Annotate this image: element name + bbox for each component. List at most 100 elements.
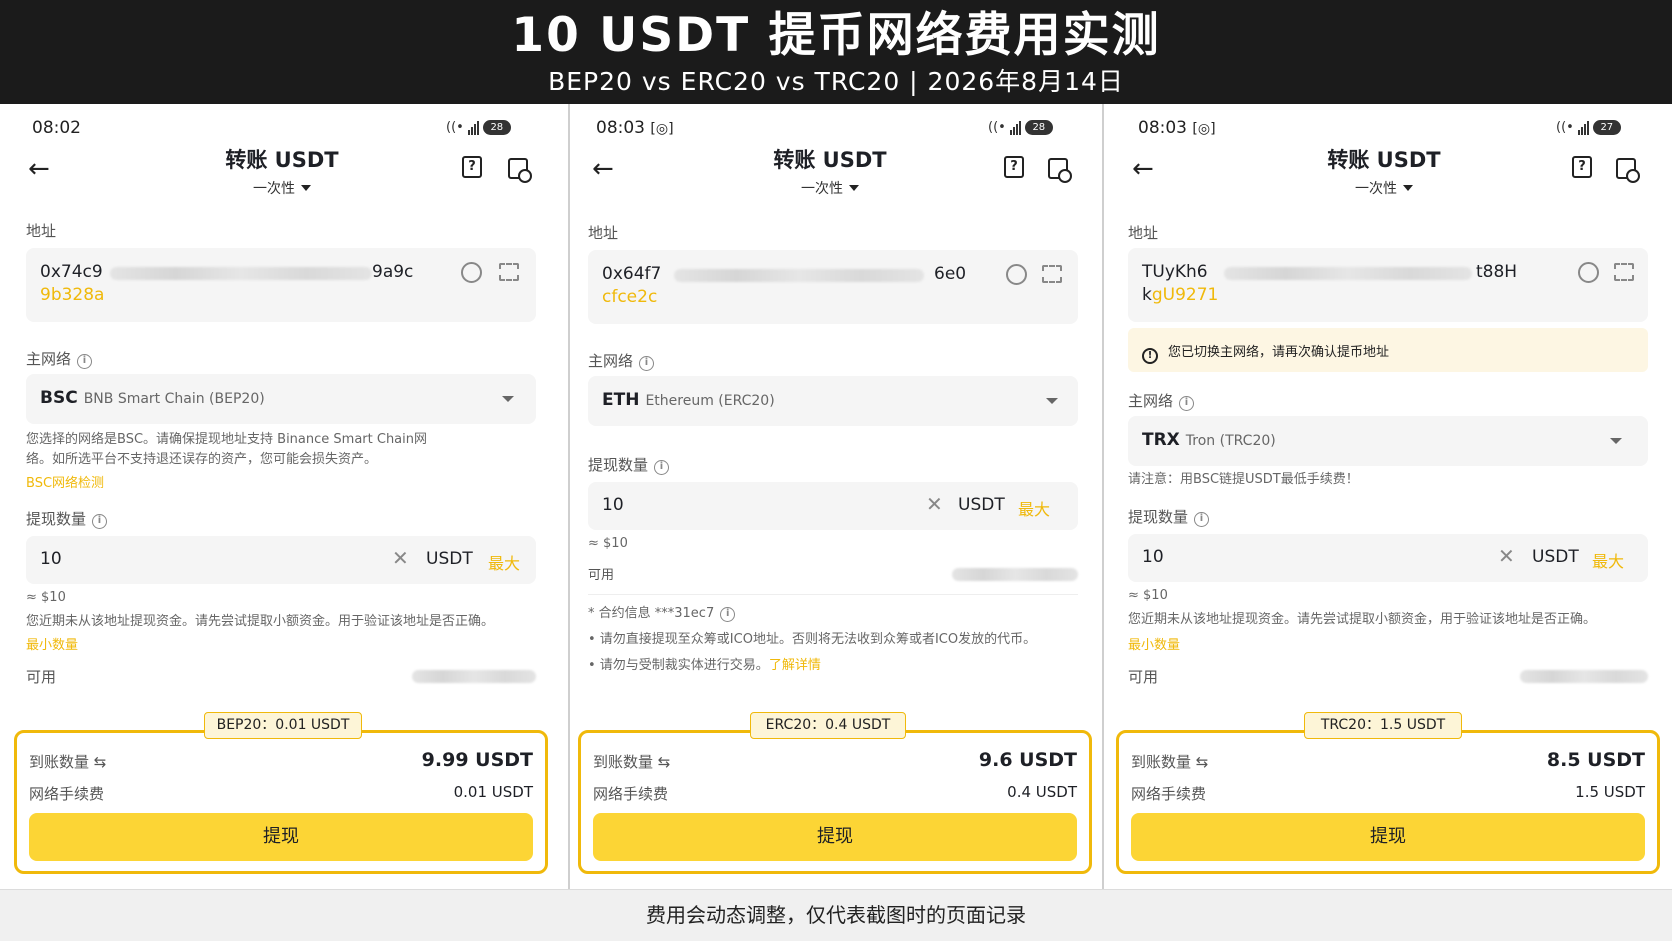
panel-erc20: 08:03 [◎] ((• 28 ← 转账 USDT 一次性 ? 地址 0x64… [570, 104, 1102, 889]
address-start: 0x74c9 [40, 262, 103, 282]
mode-label: 一次性 [253, 181, 295, 197]
network-selector[interactable]: BSC BNB Smart Chain (BEP20) [26, 374, 536, 424]
amount-field[interactable]: 10 ✕ USDT 最大 [1128, 534, 1648, 582]
address-field[interactable]: 0x64f7 6e0 cfce2c [588, 250, 1078, 324]
withdraw-button[interactable]: 提现 [29, 813, 533, 861]
battery-icon: 28 [482, 120, 511, 135]
amount-field[interactable]: 10 ✕ USDT 最大 [26, 536, 536, 584]
address-end: t88H [1476, 262, 1518, 282]
available-redacted [1520, 670, 1648, 683]
network-selector[interactable]: TRX Tron (TRC20) [1128, 416, 1648, 466]
mode-label: 一次性 [1355, 181, 1397, 197]
status-icons: ((• 28 [446, 120, 511, 135]
address-field[interactable]: 0x74c9 9a9c 9b328a [26, 248, 536, 322]
scan-icon[interactable] [499, 263, 519, 281]
amount-field[interactable]: 10 ✕ USDT 最大 [588, 482, 1078, 530]
network-code: BSC [40, 388, 78, 408]
scan-icon[interactable] [1614, 263, 1634, 281]
help-icon[interactable]: ? [462, 156, 482, 178]
network-name: Tron (TRC20) [1185, 433, 1276, 449]
network-selector[interactable]: ETH Ethereum (ERC20) [588, 376, 1078, 426]
max-button[interactable]: 最大 [1592, 548, 1624, 572]
clear-icon[interactable]: ✕ [1498, 544, 1515, 568]
swap-icon[interactable]: ⇆ [1196, 753, 1209, 771]
clear-icon[interactable]: ✕ [392, 546, 409, 570]
available-label: 可用 [588, 568, 615, 583]
info-icon[interactable]: i [92, 514, 108, 529]
info-icon[interactable]: i [654, 460, 670, 475]
receive-label: 到账数量 ⇆ [1131, 753, 1209, 771]
back-arrow-icon[interactable]: ← [592, 154, 614, 184]
info-icon[interactable]: i [77, 354, 93, 369]
available-label: 可用 [1128, 668, 1159, 686]
first-withdraw-notice: 您近期未从该地址提现资金。请先尝试提取小额资金。用于验证该地址是否正确。 [26, 614, 495, 629]
swap-icon[interactable]: ⇆ [94, 753, 107, 771]
min-amount-link[interactable]: 最小数量 [1128, 634, 1180, 653]
back-arrow-icon[interactable]: ← [28, 154, 50, 184]
screenshot-icon: [◎] [1192, 121, 1216, 137]
address-book-icon[interactable] [1578, 262, 1599, 283]
withdraw-button[interactable]: 提现 [593, 813, 1077, 861]
address-field[interactable]: TUyKh6 t88H kgU9271 [1128, 248, 1648, 322]
history-icon[interactable] [1048, 158, 1072, 183]
status-time: 08:03 [◎] [596, 118, 674, 138]
address-book-icon[interactable] [461, 262, 482, 283]
back-arrow-icon[interactable]: ← [1132, 154, 1154, 184]
banner: 10 USDT 提币网络费用实测 BEP20 vs ERC20 vs TRC20… [0, 0, 1672, 104]
network-name: BNB Smart Chain (BEP20) [83, 391, 265, 407]
mode-label: 一次性 [801, 181, 843, 197]
summary-box: 到账数量 ⇆ 8.5 USDT 网络手续费 1.5 USDT 提现 [1116, 730, 1660, 874]
address-end: 9a9c [372, 262, 414, 282]
network-label: 主网络 i [1128, 390, 1195, 411]
network-label: 主网络 i [588, 350, 655, 371]
amount-value: 10 [1142, 547, 1164, 567]
network-name: Ethereum (ERC20) [645, 393, 775, 409]
swap-icon[interactable]: ⇆ [658, 753, 671, 771]
nav-title: 转账 USDT [1327, 148, 1441, 172]
mode-selector[interactable]: 一次性 [182, 178, 382, 198]
max-button[interactable]: 最大 [1018, 496, 1050, 520]
address-label: 地址 [1128, 224, 1159, 242]
fee-value: 0.01 USDT [453, 783, 533, 801]
address-start: 0x64f7 [602, 264, 662, 284]
address-start: TUyKh6 [1142, 262, 1208, 282]
address-book-icon[interactable] [1006, 264, 1027, 285]
sanction-warning: • 请勿与受制裁实体进行交易。了解详情 [588, 658, 821, 673]
address-tail: gU9271 [1151, 285, 1219, 305]
signal-icon [467, 120, 479, 135]
caret-down-icon [301, 185, 311, 191]
info-icon[interactable]: i [720, 607, 736, 622]
help-icon[interactable]: ? [1004, 156, 1024, 178]
panel-bep20: 08:02 ((• 28 ← 转账 USDT 一次性 ? 地址 0x74c9 9… [0, 104, 568, 889]
status-icons: ((• 28 [988, 120, 1053, 135]
info-icon[interactable]: i [639, 356, 655, 371]
mode-selector[interactable]: 一次性 [730, 178, 930, 198]
history-icon[interactable] [508, 158, 532, 183]
clear-icon[interactable]: ✕ [926, 492, 943, 516]
withdraw-button[interactable]: 提现 [1131, 813, 1645, 861]
screenshot-icon: [◎] [650, 121, 674, 137]
history-icon[interactable] [1616, 158, 1640, 183]
address-label: 地址 [588, 224, 619, 242]
info-icon[interactable]: i [1194, 512, 1210, 527]
amount-unit: USDT [958, 495, 1005, 515]
help-icon[interactable]: ? [1572, 156, 1592, 178]
separator [588, 594, 1078, 595]
fee-tag: TRC20：1.5 USDT [1304, 712, 1462, 739]
info-icon[interactable]: i [1179, 396, 1195, 411]
network-code: ETH [602, 390, 640, 410]
wifi-icon: ((• [988, 120, 1006, 135]
alert-icon: ! [1142, 348, 1158, 364]
max-button[interactable]: 最大 [488, 550, 520, 574]
network-check-link[interactable]: BSC网络检测 [26, 472, 104, 491]
fee-tag: BEP20：0.01 USDT [204, 712, 362, 739]
learn-more-link[interactable]: 了解详情 [769, 658, 821, 673]
min-amount-link[interactable]: 最小数量 [26, 634, 78, 653]
summary-box: 到账数量 ⇆ 9.99 USDT 网络手续费 0.01 USDT 提现 [14, 730, 548, 874]
nav-title: 转账 USDT [225, 148, 339, 172]
scan-icon[interactable] [1042, 265, 1062, 283]
amount-value: 10 [602, 495, 624, 515]
status-time: 08:03 [◎] [1138, 118, 1216, 138]
mode-selector[interactable]: 一次性 [1284, 178, 1484, 198]
footer-note: 费用会动态调整，仅代表截图时的页面记录 [0, 889, 1672, 941]
